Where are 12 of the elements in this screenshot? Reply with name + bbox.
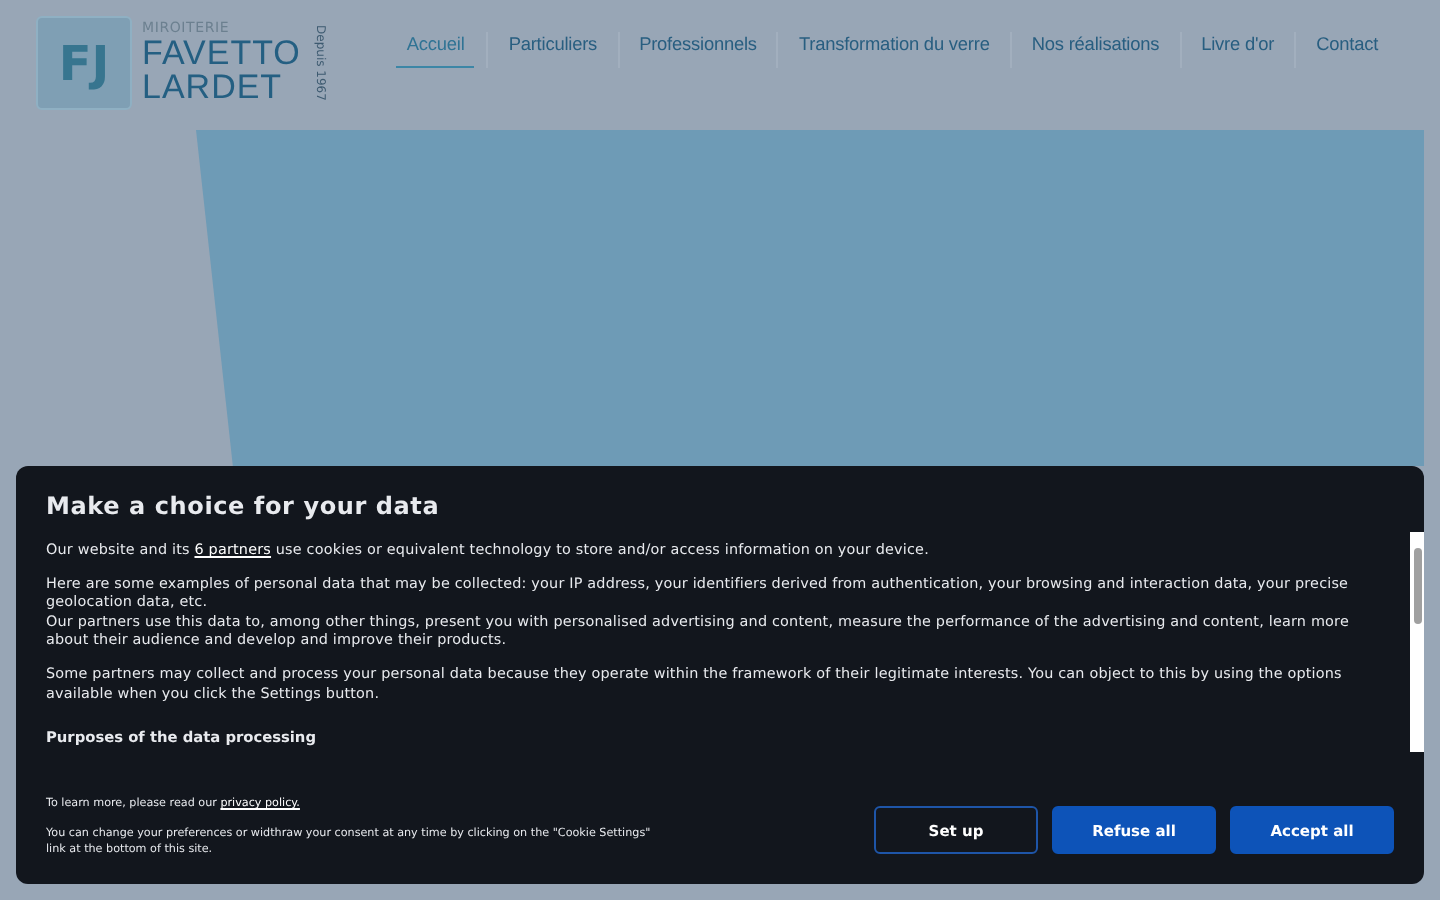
nav-link[interactable]: Contact [1294, 32, 1399, 68]
logo-name: FAVETTO [142, 36, 301, 70]
nav-link[interactable]: Particuliers [486, 32, 618, 68]
nav-link[interactable]: Livre d'or [1179, 32, 1295, 68]
nav-link[interactable]: Accueil [396, 32, 475, 68]
logo-name: LARDET [142, 70, 285, 104]
nav-link[interactable]: Nos réalisations [1009, 32, 1180, 68]
nav-link[interactable]: Professionnels [617, 32, 777, 68]
dialog-title: Make a choice for your data [46, 492, 440, 520]
logo-monogram: FJ [36, 16, 132, 110]
nav-link[interactable]: Transformation du verre [776, 32, 1010, 68]
scrollbar[interactable] [1410, 532, 1424, 752]
